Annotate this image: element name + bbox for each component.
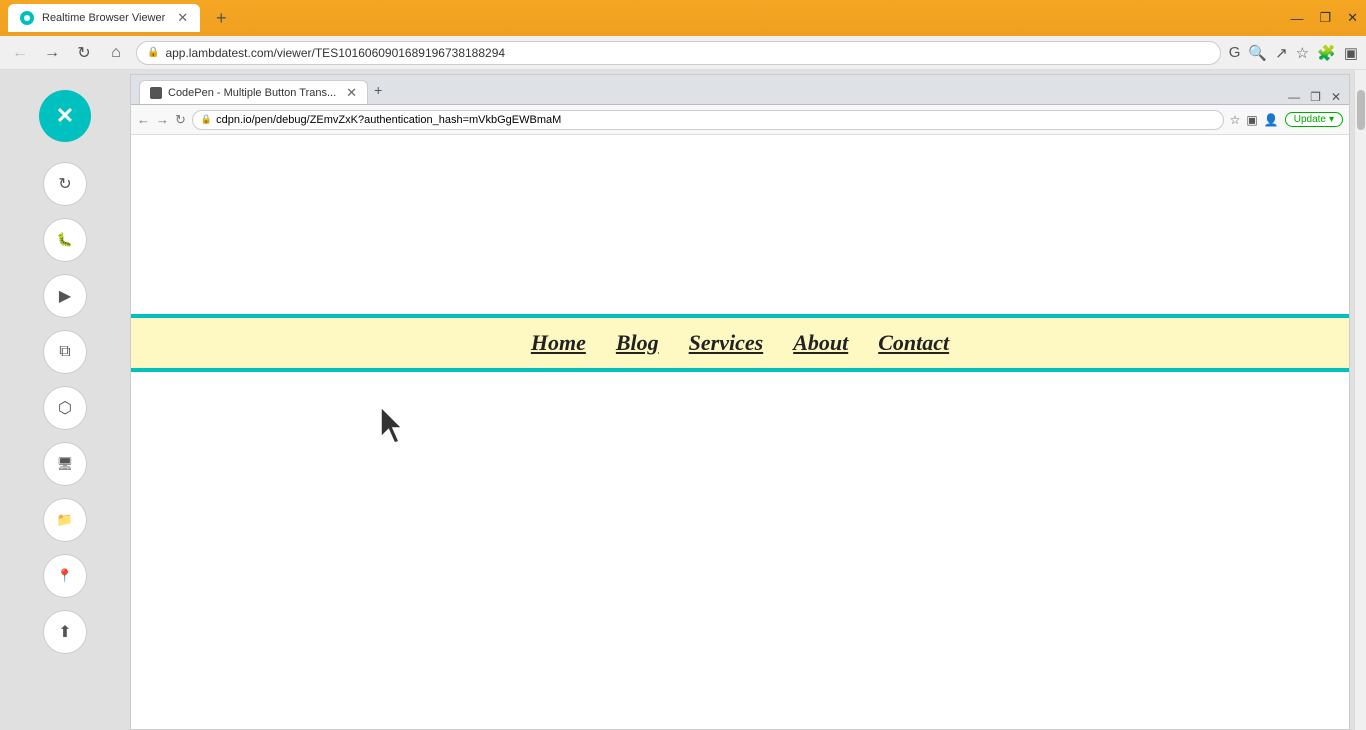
outer-address-bar-row: ← → ↻ ⌂ 🔒 app.lambdatest.com/viewer/TES1… (0, 36, 1366, 70)
reload-button[interactable]: ↻ (72, 43, 96, 63)
address-bar[interactable]: 🔒 app.lambdatest.com/viewer/TES101606090… (136, 41, 1221, 65)
window-controls: — ❐ ✕ (1290, 10, 1358, 26)
close-icon: ✕ (56, 103, 74, 129)
inner-minimize-button[interactable]: — (1288, 90, 1300, 104)
inner-forward-button[interactable]: → (156, 112, 169, 127)
inner-tab-favicon (150, 87, 162, 99)
scrollbar-thumb[interactable] (1357, 90, 1365, 130)
nav-services[interactable]: Services (689, 330, 764, 356)
maximize-button[interactable]: ❐ (1319, 10, 1331, 26)
update-chevron-icon: ▾ (1329, 114, 1334, 125)
nav-home[interactable]: Home (531, 330, 586, 356)
update-button[interactable]: Update ▾ (1285, 112, 1343, 127)
inner-browser-window: CodePen - Multiple Button Trans... ✕ + —… (130, 74, 1350, 730)
share-icon[interactable]: ↗ (1275, 44, 1288, 62)
inner-profile-icon[interactable]: 👤 (1264, 113, 1279, 127)
inner-close-button[interactable]: ✕ (1331, 90, 1341, 104)
close-window-button[interactable]: ✕ (1347, 10, 1358, 26)
inner-url-text: cdpn.io/pen/debug/ZEmvZxK?authentication… (216, 114, 561, 126)
inner-tab-bar: CodePen - Multiple Button Trans... ✕ + —… (131, 75, 1349, 105)
sync-button[interactable]: ↻ (43, 162, 87, 206)
inner-browser-tab[interactable]: CodePen - Multiple Button Trans... ✕ (139, 80, 368, 104)
bug-button[interactable]: 🐛 (43, 218, 87, 262)
inner-browser-content: Home Blog Services About Contact (131, 135, 1349, 729)
location-icon: 📍 (57, 568, 73, 584)
upload-button[interactable]: ⬆ (43, 610, 87, 654)
inner-tab-title: CodePen - Multiple Button Trans... (168, 87, 336, 99)
url-text: app.lambdatest.com/viewer/TES10160609016… (165, 46, 505, 60)
inner-back-button[interactable]: ← (137, 112, 150, 127)
home-button[interactable]: ⌂ (104, 44, 128, 62)
outer-browser-tab[interactable]: Realtime Browser Viewer ✕ (8, 4, 200, 32)
video-button[interactable]: ▶ (43, 274, 87, 318)
inner-window-controls: — ❐ ✕ (1288, 90, 1341, 104)
inner-tab-close-icon[interactable]: ✕ (346, 85, 357, 101)
bookmark-icon[interactable]: ☆ (1296, 44, 1309, 62)
bug-icon: 🐛 (57, 232, 73, 248)
inner-address-bar: ← → ↻ 🔒 cdpn.io/pen/debug/ZEmvZxK?authen… (131, 105, 1349, 135)
left-sidebar: ✕ ↻ 🐛 ▶ ⧉ ⬡ 🖥 📁 📍 ⬆ (0, 70, 130, 730)
tab-title: Realtime Browser Viewer (42, 12, 165, 24)
monitor-icon: 🖥 (57, 456, 74, 472)
monitor-button[interactable]: 🖥 (43, 442, 87, 486)
location-button[interactable]: 📍 (43, 554, 87, 598)
nav-contact[interactable]: Contact (878, 330, 949, 356)
content-upper-area (131, 135, 1349, 314)
layers-icon: ⧉ (59, 343, 70, 361)
google-icon[interactable]: G (1229, 44, 1241, 61)
inner-lock-icon: 🔒 (201, 114, 212, 125)
layers-button[interactable]: ⧉ (43, 330, 87, 374)
extensions-icon[interactable]: 🧩 (1317, 44, 1336, 62)
folder-icon: 📁 (57, 512, 73, 528)
close-session-button[interactable]: ✕ (39, 90, 91, 142)
tab-close-icon[interactable]: ✕ (177, 10, 188, 26)
sidebar-toggle-icon[interactable]: ▣ (1344, 44, 1358, 62)
lock-icon: 🔒 (147, 47, 159, 58)
inner-sidebar-icon[interactable]: ▣ (1246, 113, 1257, 127)
inner-new-tab-button[interactable]: + (368, 82, 388, 98)
navigation-bar: Home Blog Services About Contact (131, 314, 1349, 372)
video-icon: ▶ (59, 286, 71, 306)
toolbar-icons: G 🔍 ↗ ☆ 🧩 ▣ (1229, 44, 1358, 62)
forward-button[interactable]: → (40, 44, 64, 62)
inner-toolbar: ☆ ▣ 👤 Update ▾ (1230, 112, 1343, 127)
search-icon[interactable]: 🔍 (1248, 44, 1267, 62)
nav-about[interactable]: About (793, 330, 848, 356)
inner-bookmark-icon[interactable]: ☆ (1230, 113, 1241, 127)
back-button[interactable]: ← (8, 44, 32, 62)
inner-restore-button[interactable]: ❐ (1310, 90, 1321, 104)
right-scrollbar[interactable] (1354, 70, 1366, 730)
nav-blog[interactable]: Blog (616, 330, 659, 356)
cube-button[interactable]: ⬡ (43, 386, 87, 430)
tab-favicon (20, 11, 34, 25)
outer-browser-bar: Realtime Browser Viewer ✕ + — ❐ ✕ (0, 0, 1366, 36)
upload-icon: ⬆ (58, 622, 71, 642)
update-label: Update (1294, 114, 1326, 125)
main-layout: ✕ ↻ 🐛 ▶ ⧉ ⬡ 🖥 📁 📍 ⬆ (0, 70, 1366, 730)
inner-reload-button[interactable]: ↻ (175, 112, 186, 128)
cursor-pointer (381, 407, 411, 443)
folder-button[interactable]: 📁 (43, 498, 87, 542)
inner-url-field[interactable]: 🔒 cdpn.io/pen/debug/ZEmvZxK?authenticati… (192, 110, 1224, 130)
content-lower-area (131, 372, 1349, 729)
minimize-button[interactable]: — (1290, 11, 1303, 26)
cube-icon: ⬡ (58, 398, 72, 418)
new-tab-button[interactable]: + (208, 5, 234, 31)
sync-icon: ↻ (58, 174, 71, 194)
